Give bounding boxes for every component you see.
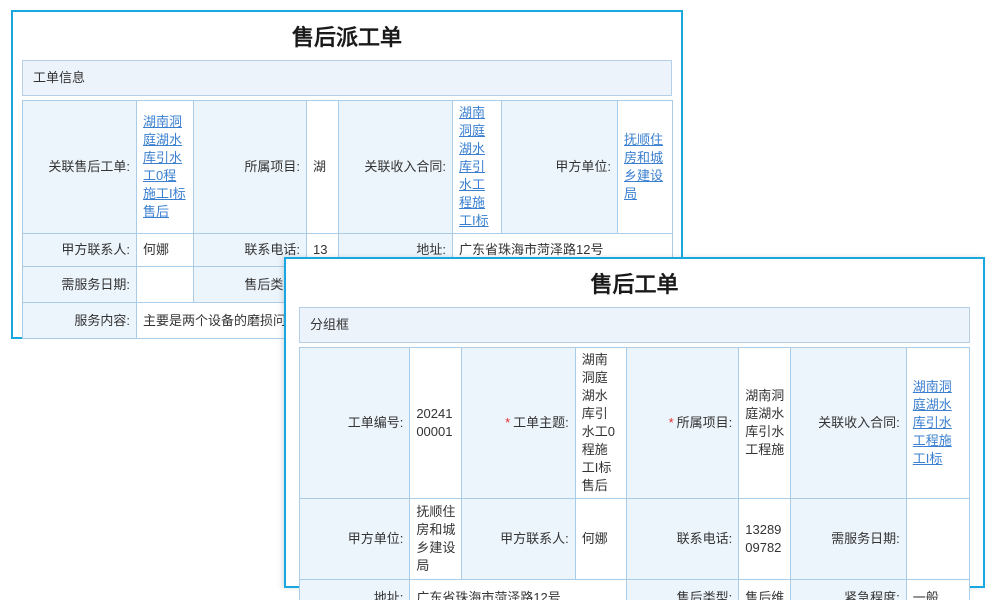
related-income-contract-value: 湖南洞庭湖水库引水工程施工I标	[906, 348, 969, 499]
order-no-value: 2024100001	[410, 348, 462, 499]
order-no-label: 工单编号:	[300, 348, 410, 499]
phone-label: 联系电话:	[626, 499, 738, 580]
party-a-unit-value: 抚顺住房和城乡建设局	[618, 101, 673, 234]
related-income-contract-label: 关联收入合同:	[791, 348, 906, 499]
party-a-contact-label: 甲方联系人:	[462, 499, 575, 580]
table-row: 地址: 广东省珠海市菏泽路12号 售后类型: 售后维 紧急程度: 一般	[300, 580, 970, 600]
service-date-label: 需服务日期:	[23, 267, 137, 303]
project-value: 湖	[307, 101, 339, 234]
table-row: 甲方单位: 抚顺住房和城乡建设局 甲方联系人: 何娜 联系电话: 1328909…	[300, 499, 970, 580]
work-order-title: 售后工单	[299, 259, 970, 299]
party-a-unit-label: 甲方单位:	[502, 101, 618, 234]
service-type-value: 售后维	[739, 580, 791, 600]
table-row: 关联售后工单: 湖南洞庭湖水库引水工0程施工I标售后 所属项目: 湖 关联收入合…	[23, 101, 673, 234]
address-value: 广东省珠海市菏泽路12号	[410, 580, 627, 600]
urgency-value: 一般	[906, 580, 969, 600]
related-income-contract-link[interactable]: 湖南洞庭湖水库引水工程施工I标	[913, 379, 952, 466]
related-service-order-link[interactable]: 湖南洞庭湖水库引水工0程施工I标售后	[143, 114, 186, 219]
address-label: 地址:	[300, 580, 410, 600]
related-service-order-label: 关联售后工单:	[23, 101, 137, 234]
service-type-label: 售后类型:	[626, 580, 738, 600]
related-income-contract-label: 关联收入合同:	[339, 101, 453, 234]
order-subject-label-text: 工单主题:	[513, 415, 569, 430]
required-marker: *	[669, 415, 674, 430]
project-label: 所属项目:	[194, 101, 307, 234]
work-order-window: 售后工单 分组框 工单编号: 2024100001 *工单主题: 湖南洞庭湖水库…	[284, 257, 985, 588]
party-a-unit-value: 抚顺住房和城乡建设局	[410, 499, 462, 580]
work-order-section-header: 分组框	[299, 307, 970, 343]
service-date-label: 需服务日期:	[791, 499, 906, 580]
order-subject-label: *工单主题:	[462, 348, 575, 499]
project-value: 湖南洞庭湖水库引水工程施	[739, 348, 791, 499]
service-date-value	[906, 499, 969, 580]
service-content-label: 服务内容:	[23, 303, 137, 339]
related-income-contract-link[interactable]: 湖南洞庭湖水库引水工程施工I标	[459, 105, 489, 228]
urgency-label: 紧急程度:	[791, 580, 906, 600]
project-label: *所属项目:	[626, 348, 738, 499]
dispatch-order-title: 售后派工单	[22, 12, 672, 52]
party-a-contact-value: 何娜	[575, 499, 626, 580]
party-a-contact-value: 何娜	[137, 234, 194, 267]
related-service-order-value: 湖南洞庭湖水库引水工0程施工I标售后	[137, 101, 194, 234]
party-a-contact-label: 甲方联系人:	[23, 234, 137, 267]
order-subject-value: 湖南洞庭湖水库引水工0程施工I标售后	[575, 348, 626, 499]
party-a-unit-label: 甲方单位:	[300, 499, 410, 580]
service-date-value	[137, 267, 194, 303]
phone-value: 1328909782	[739, 499, 791, 580]
project-label-text: 所属项目:	[677, 415, 733, 430]
table-row: 工单编号: 2024100001 *工单主题: 湖南洞庭湖水库引水工0程施工I标…	[300, 348, 970, 499]
required-marker: *	[505, 415, 510, 430]
page: 售后派工单 工单信息 关联售后工单: 湖南洞庭湖水库引水工0程施工I标售后 所属…	[0, 0, 1000, 600]
work-order-table: 工单编号: 2024100001 *工单主题: 湖南洞庭湖水库引水工0程施工I标…	[299, 347, 970, 600]
dispatch-order-section-header: 工单信息	[22, 60, 672, 96]
party-a-unit-link[interactable]: 抚顺住房和城乡建设局	[624, 132, 663, 201]
related-income-contract-value: 湖南洞庭湖水库引水工程施工I标	[453, 101, 502, 234]
